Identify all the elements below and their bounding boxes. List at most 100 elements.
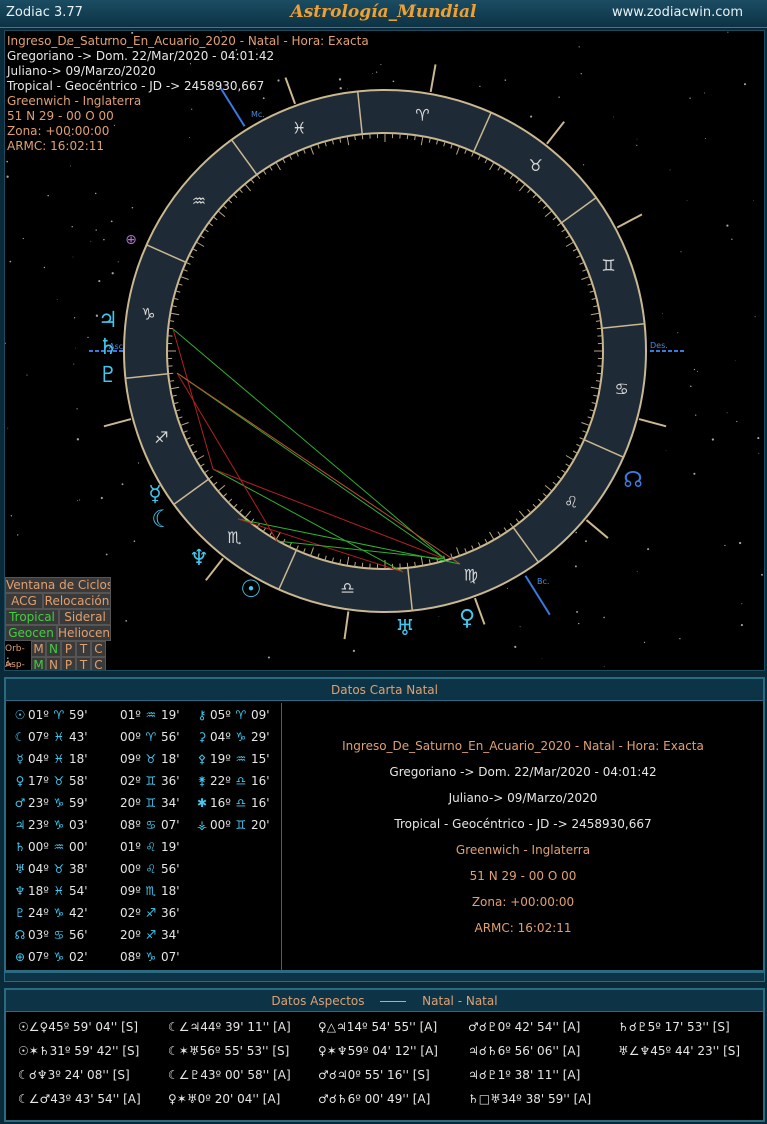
degree-value: 19º [210,752,231,766]
minute-value: 02' [68,950,88,964]
inner-ring [166,132,604,570]
planet-glyph-icon: ☊ [14,928,26,942]
position-cell: 20º ♊ 34' [120,796,180,810]
planet-glyph-icon: ✱ [196,796,208,810]
star [576,610,579,613]
house-cusp [638,418,667,428]
star [578,622,580,625]
degree-value: 03º [28,928,49,942]
orb-t-toggle[interactable]: T [76,641,91,657]
degree-tick [595,320,601,322]
website-link[interactable]: www.zodiacwin.com [612,5,743,20]
sign-glyph-icon: ♏ [145,884,157,898]
zodiac-sign-icon: ♏ [227,528,241,547]
star [73,317,76,319]
natal-info-armc: ARMC: 16:02:11 [474,921,572,935]
zodiac-sign-icon: ♊ [601,256,615,275]
acg-button[interactable]: ACG [5,593,43,609]
sign-glyph-icon: ♎ [235,796,247,810]
star [7,427,9,429]
zodiac-sign-icon: ♌ [564,493,578,512]
star [438,616,440,617]
ventana-ciclos-button[interactable]: Ventana de Ciclos [5,577,111,593]
star [753,200,754,202]
asp-t-toggle[interactable]: T [76,657,91,670]
title-bar: Zodiac 3.77 Astrología_Mundial www.zodia… [0,0,767,28]
planet-glyph-icon: ♀ [15,774,25,788]
position-cell: ⚷ 05º ♈ 09' [194,708,270,722]
planet-glyph-icon: ♇ [98,363,118,388]
star [726,224,729,227]
position-row: ♂ 23º ♑ 59' 20º ♊ 34' ✱ 16º ♎ 16' [6,793,282,815]
star [98,280,101,283]
position-row: ♃ 23º ♑ 03' 08º ♋ 07' ⚶ 00º ♊ 20' [6,815,282,837]
orb-n-toggle[interactable]: N [46,641,61,657]
relocacion-button[interactable]: Relocación [43,593,111,609]
orb-label: Orb-> [5,644,25,670]
orb-p-toggle[interactable]: P [61,641,76,657]
natal-info-location: Greenwich - Inglaterra [455,843,591,857]
star [574,565,577,568]
asp-m-toggle[interactable]: M [31,657,46,670]
tropical-button[interactable]: Tropical [5,609,59,625]
star [372,73,373,75]
star [375,71,378,73]
star [582,164,585,166]
aspect-entry: ♀△♃14º 54' 55'' [A] [318,1020,438,1034]
star [76,408,78,410]
sign-glyph-icon: ♌ [145,862,157,876]
star [669,169,671,171]
house-cusp [585,519,609,539]
degree-value: 20º [120,928,141,942]
degree-value: 01º [120,840,141,854]
star [17,534,19,536]
heliocen-button[interactable]: Heliocen [57,625,111,641]
position-cell: ☊ 03º ♋ 56' [12,928,88,942]
info-armc: ARMC: 16:02:11 [7,139,105,153]
aspect-entry: ☉✶♄31º 59' 42'' [S] [18,1044,140,1058]
planet-glyph-icon: ⚴ [197,752,207,766]
planet-glyph-icon: ☿ [148,482,162,507]
position-row: ♅ 04º ♉ 38' 00º ♌ 56' [6,859,282,881]
zodiac-sign-icon: ♒ [192,191,206,210]
minute-value: 59' [68,708,88,722]
orb-c-toggle[interactable]: C [91,641,106,657]
asp-p-toggle[interactable]: P [61,657,76,670]
aspect-entry: ☾∠♃44º 39' 11'' [A] [168,1020,291,1034]
star [696,370,699,373]
star [603,666,605,667]
info-zone: Zona: +00:00:00 [7,124,110,138]
planet-glyph-icon: ☉ [14,708,26,722]
star [636,144,638,146]
minute-value: 00' [68,840,88,854]
sideral-button[interactable]: Sideral [59,609,111,625]
star [103,238,105,241]
position-row: ⊕ 07º ♑ 02' 08º ♑ 07' [6,947,282,969]
natal-header: Datos Carta Natal [6,679,763,701]
orb-m-toggle[interactable]: M [31,641,46,657]
info-zodiac: Tropical - Geocéntrico - JD -> 2458930,6… [7,79,265,93]
geocen-button[interactable]: Geocen [5,625,57,641]
asp-c-toggle[interactable]: C [91,657,106,670]
star [90,240,92,242]
degree-tick [406,134,409,140]
position-cell: ⚴ 19º ♒ 15' [194,752,270,766]
degree-value: 18º [28,884,49,898]
degree-value: 00º [210,818,231,832]
position-cell: ♄ 00º ♒ 00' [12,840,88,854]
position-cell: ✱ 16º ♎ 16' [194,796,270,810]
degree-value: 17º [28,774,49,788]
star [514,645,517,648]
aspects-header: Datos Aspectos Natal - Natal [6,990,763,1012]
sign-glyph-icon: ♊ [145,774,157,788]
degree-value: 04º [28,862,49,876]
star [705,138,707,139]
degree-tick [354,561,356,567]
position-row: ☿ 04º ♓ 18' 09º ♉ 18' ⚴ 19º ♒ 15' [6,749,282,771]
degree-value: 24º [28,906,49,920]
minute-value: 42' [68,906,88,920]
star [703,92,705,94]
asp-n-toggle[interactable]: N [46,657,61,670]
star [662,313,663,315]
position-cell: 08º ♋ 07' [120,818,180,832]
